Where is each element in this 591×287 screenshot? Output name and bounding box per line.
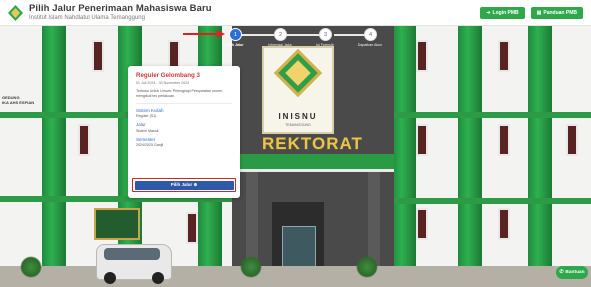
floor-band	[385, 198, 591, 204]
step-3-indicator[interactable]: 3	[319, 28, 332, 41]
car-wheel	[104, 272, 116, 284]
annotation-arrow-shaft	[183, 33, 219, 35]
step-1-label: Pilih Jalur	[226, 43, 244, 47]
window	[416, 124, 428, 156]
login-icon: ➔	[486, 9, 491, 16]
chat-icon: ✆	[559, 270, 564, 275]
green-pillar	[528, 26, 552, 266]
login-pmb-button[interactable]: ➔ Login PMB	[480, 6, 525, 19]
step-1-indicator[interactable]: 1	[229, 28, 242, 41]
semester-value: 2024/2025 Ganjil	[136, 143, 164, 148]
wall-sign-line-2: IKA AHS ESPIAN	[2, 99, 35, 105]
car-window	[104, 248, 160, 260]
step-2-indicator[interactable]: 2	[274, 28, 287, 41]
window	[498, 208, 510, 240]
step-3-label: Isi Formulir	[316, 43, 334, 47]
car-wheel	[152, 272, 164, 284]
window	[566, 124, 578, 156]
wall-sign: GEDUNG IKA AHS ESPIAN	[2, 95, 35, 106]
book-icon: ▤	[536, 9, 542, 16]
window	[78, 124, 90, 156]
rektorat-sign: REKTORAT	[262, 134, 363, 153]
login-pmb-label: Login PMB	[492, 9, 519, 16]
track-date-range: 01 Juli 2024 - 30 November 2024	[136, 81, 190, 85]
plant	[356, 256, 378, 278]
green-pillar	[458, 26, 482, 266]
window	[498, 40, 510, 72]
semester-label: Semester	[136, 136, 156, 142]
top-header: Pilih Jalur Penerimaan Mahasiswa Baru In…	[0, 0, 591, 26]
entrance-canopy	[232, 154, 394, 172]
building-brand: INISNU	[278, 112, 318, 121]
panduan-pmb-label: Panduan PMB	[543, 9, 577, 16]
track-description: Terbuka Untuk Umum. Pelengkapi Persyarat…	[136, 89, 223, 98]
panduan-pmb-button[interactable]: ▤ Panduan PMB	[530, 6, 583, 19]
pilih-jalur-button[interactable]: Pilih Jalur ⊕	[134, 180, 234, 190]
divider	[136, 102, 232, 104]
institution-name: Institut Islam Nahdlatul Ulama Temanggun…	[29, 15, 145, 22]
ground	[0, 266, 591, 287]
window	[416, 208, 428, 240]
admission-track-card: Reguler Gelombang 3 01 Juli 2024 - 30 No…	[128, 66, 240, 198]
step-4-indicator[interactable]: 4	[364, 28, 377, 41]
plant	[20, 256, 42, 278]
help-label: Bantuan	[565, 270, 585, 275]
window	[186, 212, 198, 244]
background-photo: GEDUNG IKA AHS ESPIAN INISNU TEMANGGUNG …	[0, 26, 591, 287]
registration-stepper: 1 2 3 4 Pilih Jalur Informasi Jalur Isi …	[218, 28, 390, 54]
jalur-value: Sistem Masuk	[136, 128, 159, 133]
help-button[interactable]: ✆ Bantuan	[556, 266, 588, 279]
green-pillar	[42, 26, 66, 266]
window	[416, 40, 428, 72]
window	[92, 40, 104, 72]
window	[498, 124, 510, 156]
jalur-label: Jalur	[136, 122, 146, 128]
sistem-kuliah-value: Reguler (S1)	[136, 114, 157, 119]
building-brand-sub: TEMANGGUNG	[285, 123, 311, 127]
track-title: Reguler Gelombang 3	[136, 72, 200, 79]
green-pillar	[392, 26, 416, 266]
step-2-label: Informasi Jalur	[268, 43, 292, 47]
institution-logo	[8, 4, 23, 21]
plant	[240, 256, 262, 278]
notice-board	[94, 208, 140, 240]
step-4-label: Dapatkan Akun	[357, 43, 383, 47]
floor-band	[385, 112, 591, 118]
sistem-kuliah-label: Sistem Kuliah	[136, 107, 164, 113]
highlight-box: Pilih Jalur ⊕	[132, 178, 236, 192]
page-title: Pilih Jalur Penerimaan Mahasiswa Baru	[29, 2, 212, 14]
